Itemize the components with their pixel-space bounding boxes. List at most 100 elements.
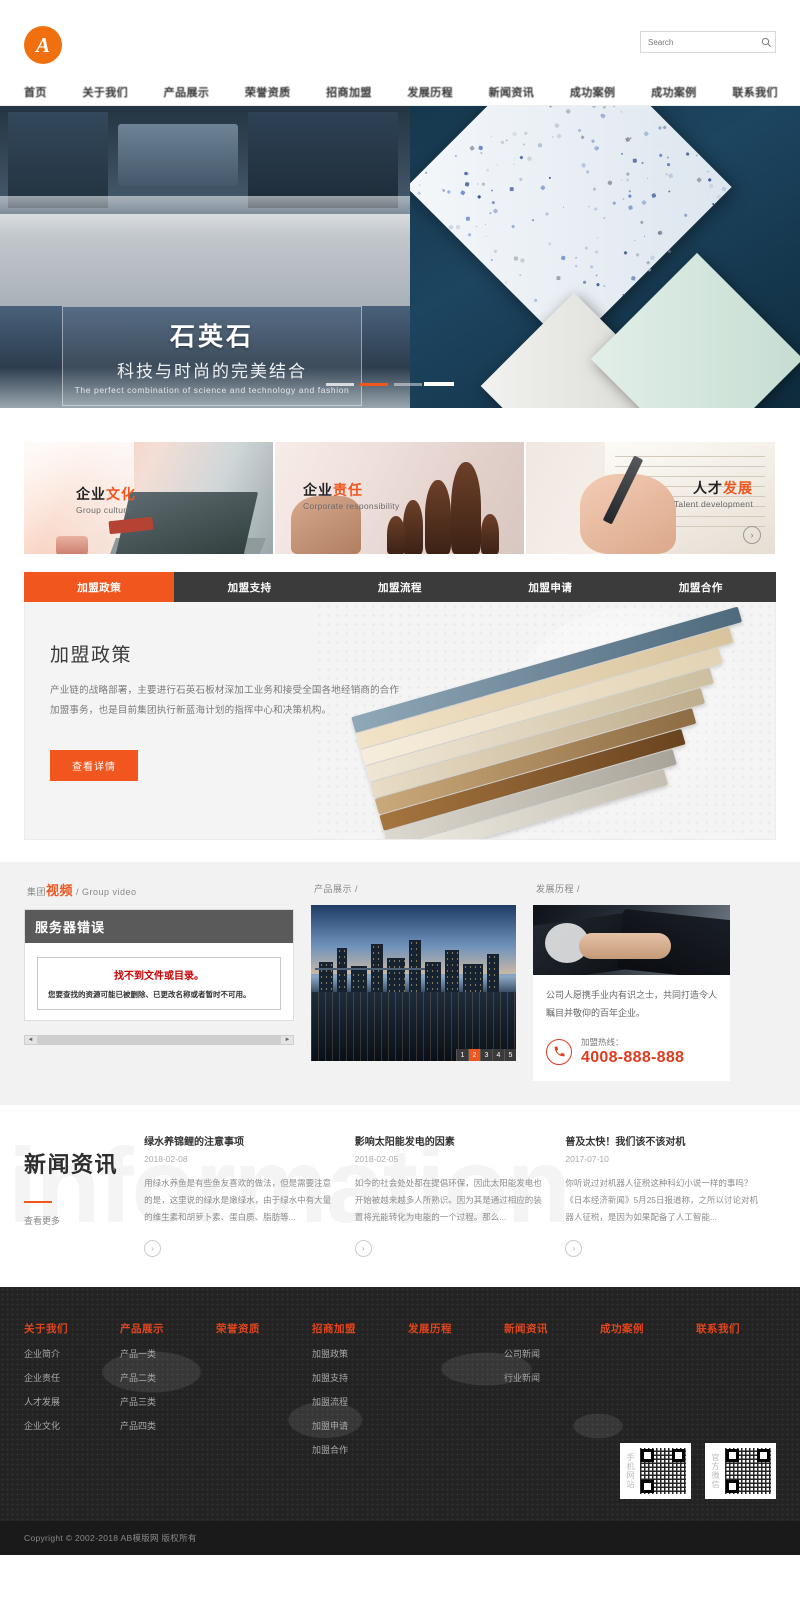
join-panel-content: 加盟政策 产业链的战略部署，主要进行石英石板材深加工业务和接受全国各地经销商的合…: [50, 640, 480, 721]
nav-item-home[interactable]: 首页: [18, 84, 51, 100]
news-date: 2018-02-08: [144, 1154, 338, 1164]
join-panel-line1: 产业链的战略部署，主要进行石英石板材深加工业务和接受全国各地经销商的合作: [50, 681, 480, 701]
footer-link[interactable]: 产品三类: [120, 1395, 182, 1408]
footer-link[interactable]: 企业简介: [24, 1347, 86, 1360]
hero-dot-1[interactable]: [326, 383, 354, 386]
pager-page-3[interactable]: 3: [480, 1049, 492, 1061]
page-root: A 首页 关于我们 产品展示 荣誉资质 招商加盟 发展历程 新闻资讯 成功案例 …: [0, 0, 800, 1555]
heading-orange: 视频: [46, 883, 73, 898]
handshake-image: [533, 905, 730, 975]
footer-link[interactable]: 加盟政策: [312, 1347, 374, 1360]
chevron-right-icon[interactable]: ›: [743, 526, 761, 544]
chevron-right-icon[interactable]: ›: [565, 1240, 582, 1257]
chevron-right-icon[interactable]: ›: [144, 1240, 161, 1257]
feature-title-black: 企业: [303, 482, 333, 498]
footer-link[interactable]: 加盟流程: [312, 1395, 374, 1408]
news-date: 2017-07-10: [565, 1154, 759, 1164]
footer-link[interactable]: 加盟合作: [312, 1443, 374, 1456]
tab-join-support[interactable]: 加盟支持: [174, 572, 324, 602]
search-icon[interactable]: [758, 32, 775, 52]
footer-link[interactable]: 加盟申请: [312, 1419, 374, 1432]
feature-card-talent[interactable]: 人才发展 Talent development ›: [526, 442, 775, 554]
feature-card-responsibility[interactable]: 企业责任 Corporate responsibility: [275, 442, 524, 554]
nav-item-contact[interactable]: 联系我们: [728, 84, 782, 100]
chevron-right-icon[interactable]: ›: [355, 1240, 372, 1257]
nav-item-join[interactable]: 招商加盟: [322, 84, 376, 100]
footer-link[interactable]: 行业新闻: [504, 1371, 566, 1384]
product-image[interactable]: 1 2 3 4 5: [311, 905, 516, 1061]
tab-join-policy[interactable]: 加盟政策: [24, 572, 174, 602]
footer-link[interactable]: 企业责任: [24, 1371, 86, 1384]
footer-column-title[interactable]: 新闻资讯: [504, 1321, 566, 1336]
hero-dot-3[interactable]: [394, 383, 422, 386]
hero-slider-dots[interactable]: [326, 383, 422, 386]
footer-column-title[interactable]: 荣誉资质: [216, 1321, 278, 1336]
scroll-left-icon[interactable]: ◄: [25, 1037, 36, 1043]
heading-en: /: [577, 884, 580, 894]
search-input[interactable]: [641, 32, 758, 52]
footer-link[interactable]: 产品一类: [120, 1347, 182, 1360]
news-item[interactable]: 影响太阳能发电的因素 2018-02-05 如今的社会处处都在提倡环保，因此太阳…: [355, 1133, 549, 1257]
news-item[interactable]: 普及太快！我们该不该对机 2017-07-10 你听说过对机器人征税这种科幻小说…: [565, 1133, 759, 1257]
footer-column-about: 关于我们 企业简介 企业责任 人才发展 企业文化: [24, 1321, 86, 1467]
news-divider: [24, 1201, 52, 1203]
feature-subtitle: Talent development: [674, 499, 753, 509]
pager-page-4[interactable]: 4: [492, 1049, 504, 1061]
footer-column-title[interactable]: 产品展示: [120, 1321, 182, 1336]
news-title[interactable]: 普及太快！我们该不该对机: [565, 1133, 759, 1148]
view-details-button[interactable]: 查看详情: [50, 750, 138, 781]
scroll-right-icon[interactable]: ►: [282, 1037, 293, 1043]
search-box[interactable]: [640, 31, 776, 53]
site-logo[interactable]: A: [24, 26, 62, 64]
hero-banner: 石英石 科技与时尚的完美结合 The perfect combination o…: [0, 106, 800, 408]
qr-code-icon: [725, 1448, 771, 1494]
footer-link[interactable]: 产品四类: [120, 1419, 182, 1432]
news-more-link[interactable]: 查看更多: [24, 1216, 60, 1226]
main-nav: 首页 关于我们 产品展示 荣誉资质 招商加盟 发展历程 新闻资讯 成功案例 成功…: [0, 78, 800, 106]
news-item[interactable]: 绿水养锦鲤的注意事项 2018-02-08 用绿水养鱼是有些鱼友喜欢的做法，但是…: [144, 1133, 338, 1257]
footer-link[interactable]: 公司新闻: [504, 1347, 566, 1360]
heading-en: / Group video: [76, 887, 137, 897]
footer-link[interactable]: 产品二类: [120, 1371, 182, 1384]
footer-column-title[interactable]: 联系我们: [696, 1321, 758, 1336]
footer-link[interactable]: 企业文化: [24, 1419, 86, 1432]
nav-item-history[interactable]: 发展历程: [403, 84, 457, 100]
product-pager[interactable]: 1 2 3 4 5: [456, 1049, 516, 1061]
footer-column-title[interactable]: 关于我们: [24, 1321, 86, 1336]
tab-join-apply[interactable]: 加盟申请: [475, 572, 625, 602]
video-scrollbar[interactable]: ◄ ►: [24, 1035, 294, 1045]
footer-column-title[interactable]: 发展历程: [408, 1321, 470, 1336]
news-title[interactable]: 绿水养锦鲤的注意事项: [144, 1133, 338, 1148]
scrollbar-thumb[interactable]: [37, 1036, 281, 1044]
footer-column-title[interactable]: 成功案例: [600, 1321, 662, 1336]
news-section: information 新闻资讯 查看更多 绿水养锦鲤的注意事项 2018-02…: [0, 1105, 800, 1287]
nav-item-products[interactable]: 产品展示: [160, 84, 214, 100]
join-section: 加盟政策 加盟支持 加盟流程 加盟申请 加盟合作 加盟政策 产业链的战略部署，主…: [0, 554, 800, 840]
news-desc: 用绿水养鱼是有些鱼友喜欢的做法，但是需要注意的是，这里说的绿水是嫩绿水，由于绿水…: [144, 1175, 338, 1226]
hero-dot-2[interactable]: [360, 383, 388, 386]
nav-item-cases-2[interactable]: 成功案例: [647, 84, 701, 100]
tab-join-coop[interactable]: 加盟合作: [626, 572, 776, 602]
nav-item-cases[interactable]: 成功案例: [566, 84, 620, 100]
news-heading: 新闻资讯: [24, 1147, 144, 1179]
tab-join-process[interactable]: 加盟流程: [325, 572, 475, 602]
site-footer: 关于我们 企业简介 企业责任 人才发展 企业文化 产品展示 产品一类 产品二类 …: [0, 1287, 800, 1521]
pager-page-5[interactable]: 5: [504, 1049, 516, 1061]
nav-item-honors[interactable]: 荣誉资质: [241, 84, 295, 100]
join-panel-line2: 加盟事务，也是目前集团执行新蓝海计划的指挥中心和决策机构。: [50, 701, 480, 721]
hero-slider-indicator[interactable]: [424, 382, 454, 386]
products-column: 产品展示/ 1 2 3 4 5: [311, 880, 516, 1081]
footer-link[interactable]: 人才发展: [24, 1395, 86, 1408]
nav-item-about[interactable]: 关于我们: [78, 84, 132, 100]
join-panel-title: 加盟政策: [50, 640, 480, 667]
three-column-section: 集团视频 / Group video 服务器错误 找不到文件或目录。 您要查找的资…: [0, 862, 800, 1105]
footer-column-title[interactable]: 招商加盟: [312, 1321, 374, 1336]
feature-card-culture[interactable]: 企业文化 Group culture: [24, 442, 273, 554]
heading-en: /: [355, 884, 358, 894]
pager-page-1[interactable]: 1: [456, 1049, 468, 1061]
nav-item-news[interactable]: 新闻资讯: [485, 84, 539, 100]
pager-page-2[interactable]: 2: [468, 1049, 480, 1061]
news-title[interactable]: 影响太阳能发电的因素: [355, 1133, 549, 1148]
server-error-box: 服务器错误 找不到文件或目录。 您要查找的资源可能已被删除、已更改名称或者暂时不…: [24, 909, 294, 1021]
footer-link[interactable]: 加盟支持: [312, 1371, 374, 1384]
